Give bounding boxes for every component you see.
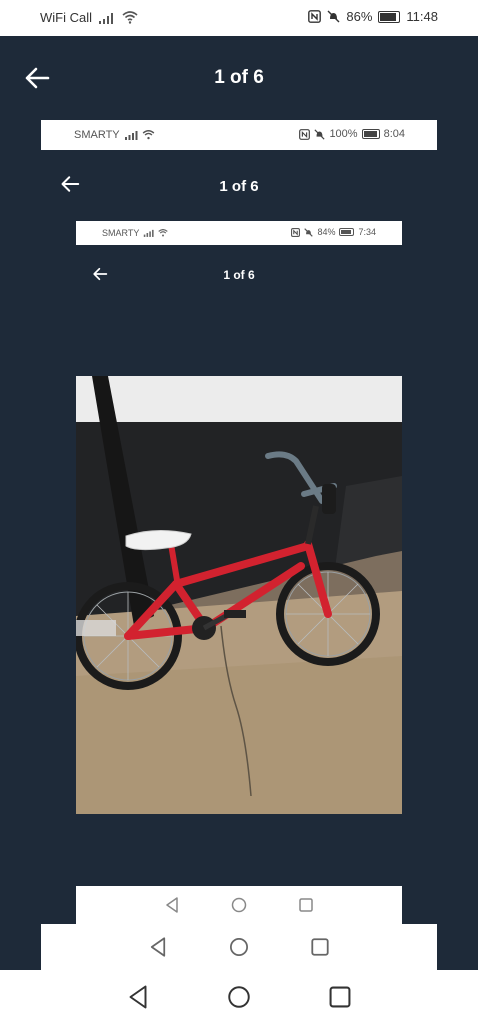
nested-back-button[interactable] xyxy=(60,175,80,193)
nested-status-bar: SMARTY 100% 8:04 xyxy=(41,120,437,150)
nav-recents-button[interactable] xyxy=(329,986,351,1008)
nested-nav-home-button-2[interactable] xyxy=(231,897,247,913)
battery-percent: 86% xyxy=(346,9,373,24)
nested-clock-2: 7:34 xyxy=(358,227,376,237)
nav-recents-icon xyxy=(311,938,329,956)
nav-home-button[interactable] xyxy=(227,985,251,1009)
nested-nav-bar xyxy=(41,924,437,970)
back-arrow-icon xyxy=(93,267,108,281)
nested-nav-back-button-2[interactable] xyxy=(165,897,179,913)
nfc-icon xyxy=(291,227,301,237)
nested-status-bar-2: SMARTY 84% 7:34 xyxy=(76,221,402,245)
nested-battery-percent: 100% xyxy=(329,128,358,140)
back-arrow-icon xyxy=(25,67,50,89)
signal-icon xyxy=(124,131,138,140)
nfc-icon xyxy=(299,128,311,140)
nav-home-icon xyxy=(230,938,248,956)
mute-icon xyxy=(327,10,340,23)
nested-nav-recents-button[interactable] xyxy=(311,938,329,956)
nested-carrier-label-2: SMARTY xyxy=(102,228,140,238)
nav-back-icon xyxy=(129,985,147,1009)
nfc-icon xyxy=(308,10,322,23)
nav-back-icon xyxy=(166,897,178,913)
nested-nav-bar-2 xyxy=(76,886,402,924)
back-button[interactable] xyxy=(24,66,50,90)
nested-image-counter: 1 of 6 xyxy=(219,177,259,195)
nested-back-button-2[interactable] xyxy=(92,267,108,281)
nav-back-button[interactable] xyxy=(127,985,149,1009)
nested-nav-recents-button-2[interactable] xyxy=(299,898,313,912)
wifi-icon xyxy=(158,229,169,237)
back-arrow-icon xyxy=(61,176,80,192)
battery-icon xyxy=(361,129,380,139)
nested-battery-percent-2: 84% xyxy=(317,227,336,237)
mute-icon xyxy=(314,128,326,140)
nav-recents-icon xyxy=(329,986,351,1008)
bike-photo[interactable] xyxy=(76,376,402,814)
mute-icon xyxy=(304,227,314,237)
nav-back-icon xyxy=(150,937,166,957)
wifi-icon xyxy=(122,11,138,24)
carrier-label: WiFi Call xyxy=(40,10,92,25)
nav-home-icon xyxy=(231,897,247,913)
system-nav-bar xyxy=(0,970,478,1024)
nav-home-icon xyxy=(228,986,250,1008)
nested-clock: 8:04 xyxy=(383,128,405,140)
image-counter: 1 of 6 xyxy=(214,67,264,88)
nested-carrier-label: SMARTY xyxy=(74,129,120,141)
signal-icon xyxy=(144,229,154,237)
nested-image-counter-2: 1 of 6 xyxy=(223,268,255,282)
battery-icon xyxy=(339,228,355,236)
signal-icon xyxy=(99,12,113,24)
nested-nav-home-button[interactable] xyxy=(229,937,249,957)
nested-nav-back-button[interactable] xyxy=(149,937,167,957)
nav-recents-icon xyxy=(299,898,313,912)
battery-icon xyxy=(378,10,401,23)
clock: 11:48 xyxy=(406,9,438,24)
status-bar: WiFi Call 86% 11:48 xyxy=(0,0,478,36)
wifi-icon xyxy=(142,130,154,140)
